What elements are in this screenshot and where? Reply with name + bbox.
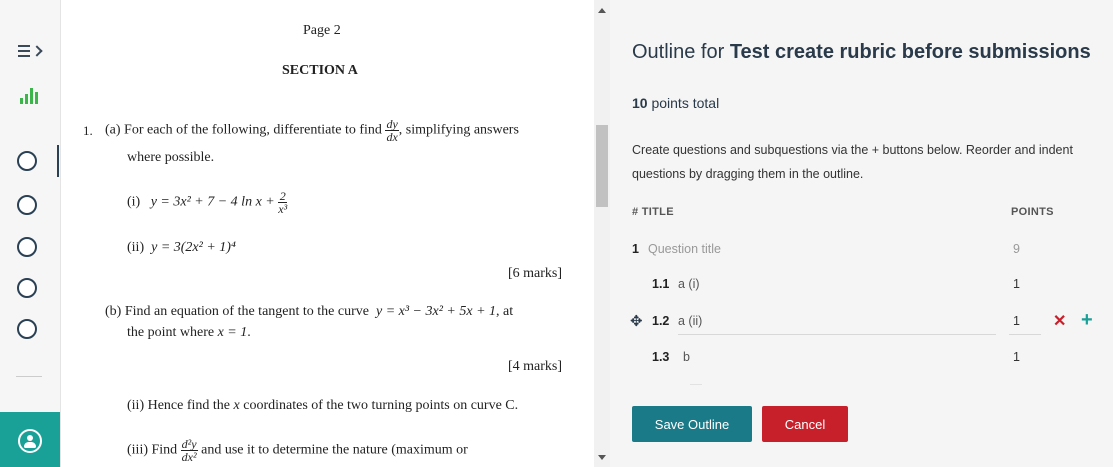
left-rail: [0, 0, 61, 467]
scroll-up-arrow-icon[interactable]: [598, 8, 606, 13]
question-1b-line1: (b) Find an equation of the tangent to t…: [105, 304, 514, 319]
outline-title: Outline for Test create rubric before su…: [632, 41, 1091, 63]
d2y-dx2-fraction: d²y dx²: [180, 437, 198, 464]
row-title[interactable]: a (i): [678, 277, 700, 291]
rail-divider: [16, 376, 42, 377]
active-question-marker: [57, 145, 59, 177]
title-input-underline: [678, 334, 996, 335]
question-1-circle-icon[interactable]: [17, 151, 37, 171]
row-title[interactable]: Question title: [648, 242, 721, 256]
question-2-circle-icon[interactable]: [17, 195, 37, 215]
points-input-underline: [1009, 334, 1041, 335]
outline-panel: Outline for Test create rubric before su…: [610, 0, 1113, 467]
row-title[interactable]: b: [683, 350, 690, 364]
question-number: 1.: [83, 123, 93, 138]
outline-row-1-2[interactable]: ✥ 1.2 a (ii) 1 ✕ +: [630, 309, 1093, 335]
cancel-button[interactable]: Cancel: [762, 406, 848, 442]
stats-icon[interactable]: [20, 88, 42, 104]
row-number: 1.1: [652, 277, 670, 291]
part-i: (i) y = 3x² + 7 − 4 ln x + 2 x³: [127, 189, 288, 216]
outline-drop-indicator: [690, 384, 702, 385]
drag-handle-icon[interactable]: ✥: [630, 312, 643, 330]
question-1b-ii: (ii) Hence find the x coordinates of the…: [127, 398, 519, 413]
title-column-header: # TITLE: [632, 206, 674, 218]
question-5-circle-icon[interactable]: [17, 319, 37, 339]
row-points[interactable]: 1: [1013, 350, 1020, 364]
scrollbar-thumb[interactable]: [596, 125, 608, 207]
save-outline-button[interactable]: Save Outline: [632, 406, 752, 442]
part-ii: (ii) y = 3(2x² + 1)⁴: [127, 240, 236, 255]
row-title-input[interactable]: a (ii): [678, 314, 702, 328]
row-number: 1.3: [652, 350, 670, 364]
marks-b: [4 marks]: [508, 359, 563, 374]
outline-row-1-3[interactable]: 1.3 b 1: [632, 346, 1092, 370]
question-1b-iii: (iii) Find d²y dx² and use it to determin…: [127, 437, 468, 464]
delete-icon[interactable]: ✕: [1053, 311, 1066, 331]
section-heading: SECTION A: [282, 63, 358, 78]
row-points-input[interactable]: 1: [1013, 314, 1020, 328]
question-1a-line2: where possible.: [127, 150, 215, 165]
row-number: 1.2: [652, 314, 670, 328]
question-1b-line2: the point where x = 1.: [127, 325, 251, 340]
two-over-x-cubed-fraction: 2 x³: [278, 189, 288, 216]
dy-dx-fraction: dy dx: [385, 117, 399, 144]
document-scrollbar[interactable]: [594, 0, 610, 467]
row-number: 1: [632, 242, 639, 256]
question-3-circle-icon[interactable]: [17, 237, 37, 257]
question-4-circle-icon[interactable]: [17, 278, 37, 298]
question-1a-line1: (a) For each of the following, different…: [105, 117, 519, 144]
user-icon: [18, 429, 42, 453]
row-points[interactable]: 1: [1013, 277, 1020, 291]
outline-row-1[interactable]: 1 Question title 9: [632, 238, 1092, 262]
outline-row-1-1[interactable]: 1.1 a (i) 1: [632, 273, 1092, 297]
points-total: 10 points total: [632, 95, 720, 111]
scroll-down-arrow-icon[interactable]: [598, 455, 606, 460]
add-subquestion-icon[interactable]: +: [1081, 309, 1093, 332]
user-account-button[interactable]: [0, 412, 60, 467]
outline-instructions: Create questions and subquestions via th…: [632, 143, 1073, 181]
document-page: Page 2 SECTION A 1. (a) For each of the …: [61, 0, 594, 467]
marks-a: [6 marks]: [508, 266, 563, 281]
page-label: Page 2: [303, 23, 341, 38]
points-column-header: POINTS: [1011, 206, 1054, 218]
menu-toggle-icon[interactable]: [18, 44, 44, 60]
row-points: 9: [1013, 242, 1020, 256]
